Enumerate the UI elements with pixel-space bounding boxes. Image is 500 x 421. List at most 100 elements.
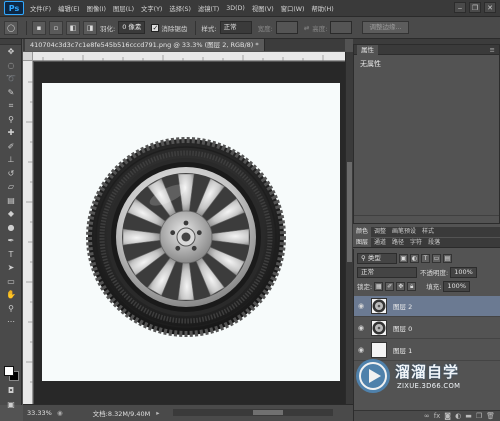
menu-bar: Ps 文件(F) 编辑(E) 图像(I) 图层(L) 文字(Y) 选择(S) 滤… [0, 0, 500, 17]
eyedropper-tool-icon[interactable]: ⚲ [2, 113, 20, 127]
document-canvas[interactable] [42, 83, 340, 381]
menu-file[interactable]: 文件(F) [30, 4, 51, 13]
feather-input[interactable]: 0 像素 [118, 21, 146, 34]
quick-select-tool-icon[interactable]: ✎ [2, 86, 20, 100]
filter-shape-icon[interactable]: ▭ [432, 253, 441, 263]
eye-icon[interactable]: ◉ [354, 324, 368, 332]
scroll-thumb[interactable] [347, 162, 352, 262]
trash-icon[interactable]: 🗑︎ [486, 412, 495, 420]
marquee-tool-icon[interactable]: ◌ [2, 59, 20, 73]
filter-smart-icon[interactable]: ▤ [443, 253, 452, 263]
more-tools-icon[interactable]: ⋯ [2, 315, 20, 329]
hand-tool-icon[interactable]: ✋ [2, 288, 20, 302]
menu-type[interactable]: 文字(Y) [141, 4, 162, 13]
zoom-tool-icon[interactable]: ⚲ [2, 302, 20, 316]
menu-window[interactable]: 窗口(W) [281, 4, 305, 13]
tab-color[interactable]: 颜色 [353, 227, 372, 237]
foreground-color-swatch[interactable] [4, 366, 14, 376]
add-selection-icon[interactable]: ▫ [49, 20, 63, 35]
quick-mask-icon[interactable]: ◘ [2, 384, 20, 398]
opacity-input[interactable]: 100% [450, 266, 477, 278]
fx-icon[interactable]: fx [434, 412, 441, 420]
menu-edit[interactable]: 编辑(E) [58, 4, 80, 13]
tab-paragraph[interactable]: 段落 [425, 238, 443, 247]
filter-pixel-icon[interactable]: ▣ [399, 253, 408, 263]
lock-all-icon[interactable]: 🔒︎ [407, 281, 417, 291]
brush-tool-icon[interactable]: ✐ [2, 140, 20, 154]
adjustment-icon[interactable]: ◐ [455, 412, 461, 420]
minimize-button[interactable]: ‒ [454, 2, 466, 13]
tab-paths[interactable]: 路径 [389, 238, 407, 247]
lock-position-icon[interactable]: ✥ [396, 281, 406, 291]
swap-icon[interactable]: ⇄ [304, 24, 309, 32]
menu-layer[interactable]: 图层(L) [113, 4, 134, 13]
intersect-selection-icon[interactable]: ◨ [83, 20, 97, 35]
style-select[interactable]: 正常 [219, 21, 252, 34]
lasso-tool-icon[interactable]: ➰ [2, 72, 20, 86]
vertical-ruler[interactable] [23, 52, 33, 404]
height-input[interactable] [330, 21, 353, 34]
menu-view[interactable]: 视图(V) [252, 4, 274, 13]
menu-filter[interactable]: 滤镜(T) [198, 4, 219, 13]
gradient-tool-icon[interactable]: ▤ [2, 194, 20, 208]
folder-icon[interactable]: ▬ [465, 412, 472, 420]
path-selection-tool-icon[interactable]: ➤ [2, 261, 20, 275]
opacity-label: 不透明度: [420, 269, 449, 277]
mask-icon[interactable]: ◙ [444, 412, 451, 420]
tab-adjustments[interactable]: 调整 [371, 227, 389, 237]
new-layer-icon[interactable]: ❐ [476, 412, 482, 420]
width-input[interactable] [275, 21, 298, 34]
subtract-selection-icon[interactable]: ◧ [66, 20, 80, 35]
scroll-thumb[interactable] [253, 410, 283, 415]
screen-mode-icon[interactable]: ▣ [2, 398, 20, 412]
pen-tool-icon[interactable]: ✒ [2, 234, 20, 248]
layer-row[interactable]: ◉ 图层 0 [354, 318, 500, 339]
menu-help[interactable]: 帮助(H) [311, 4, 333, 13]
panel-menu-icon[interactable]: ≡ [490, 46, 495, 54]
tab-character[interactable]: 字符 [407, 238, 425, 247]
blend-mode-select[interactable]: 正常 [357, 266, 417, 278]
zoom-readout[interactable]: 33.33% [27, 409, 53, 417]
menu-select[interactable]: 选择(S) [169, 4, 191, 13]
close-button[interactable]: ✕ [484, 2, 496, 13]
canvas-area[interactable] [34, 62, 345, 404]
document-tab[interactable]: 410704c3d3c7c1e8fe545b516cccd791.png @ 3… [25, 39, 265, 51]
eye-icon[interactable]: ◉ [354, 302, 368, 310]
rectangle-tool-icon[interactable]: ▭ [2, 275, 20, 289]
tab-properties[interactable]: 属性 [357, 44, 378, 55]
menu-image[interactable]: 图像(I) [87, 4, 106, 13]
tab-channels[interactable]: 通道 [371, 238, 389, 247]
move-tool-icon[interactable]: ✥ [2, 45, 20, 59]
tab-brush-presets[interactable]: 画笔预设 [389, 227, 419, 237]
horizontal-ruler[interactable] [33, 52, 345, 61]
vertical-scrollbar[interactable] [345, 52, 353, 404]
type-tool-icon[interactable]: T [2, 248, 20, 262]
status-arrow-icon[interactable]: ▸ [156, 409, 159, 417]
healing-brush-tool-icon[interactable]: ✚ [2, 126, 20, 140]
layer-row[interactable]: ◉ 图层 2 [354, 296, 500, 317]
crop-tool-icon[interactable]: ⌗ [2, 99, 20, 113]
lock-pixels-icon[interactable]: ✐ [385, 281, 395, 291]
menu-3d[interactable]: 3D(D) [226, 5, 245, 12]
link-icon[interactable]: ∞ [424, 412, 430, 420]
dodge-tool-icon[interactable]: ● [2, 221, 20, 235]
elliptical-marquee-icon[interactable]: ◯ [4, 20, 18, 35]
antialias-checkbox[interactable]: ✓ [151, 23, 160, 32]
fill-input[interactable]: 100% [443, 280, 470, 292]
new-selection-icon[interactable]: ▪ [32, 20, 46, 35]
refine-edge-button[interactable]: 调整边缘... [362, 21, 409, 34]
lock-transparent-icon[interactable]: ▦ [374, 281, 384, 291]
tab-styles[interactable]: 样式 [419, 227, 437, 237]
blur-tool-icon[interactable]: ◆ [2, 207, 20, 221]
clone-stamp-tool-icon[interactable]: ⊥ [2, 153, 20, 167]
history-brush-tool-icon[interactable]: ↺ [2, 167, 20, 181]
horizontal-scrollbar[interactable] [173, 409, 333, 416]
tab-layers[interactable]: 图层 [353, 238, 372, 247]
eye-icon[interactable]: ◉ [354, 346, 368, 354]
eraser-tool-icon[interactable]: ▱ [2, 180, 20, 194]
filter-adjust-icon[interactable]: ◐ [410, 253, 419, 263]
kind-filter-select[interactable]: ⚲ 类型 [357, 252, 397, 264]
filter-type-icon[interactable]: T [421, 253, 430, 263]
status-menu-icon[interactable]: ◉ [57, 409, 63, 417]
restore-button[interactable]: ❐ [469, 2, 481, 13]
